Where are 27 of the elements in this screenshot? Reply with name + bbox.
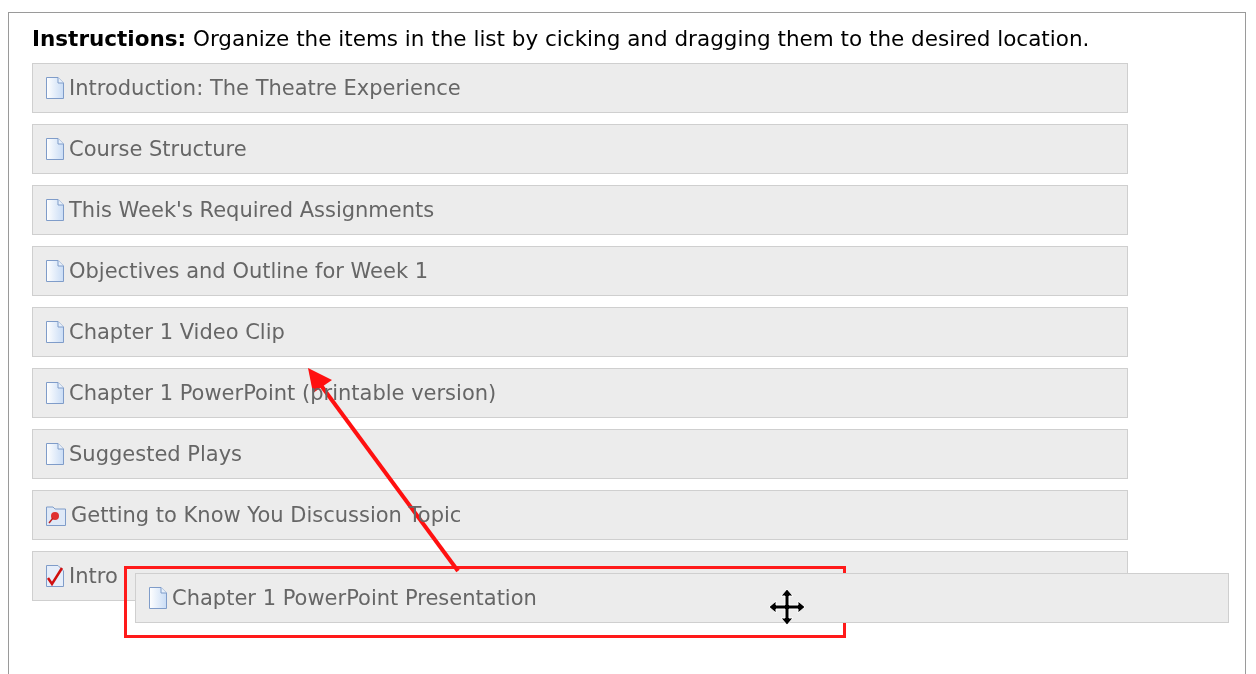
- pushpin-folder-icon: [45, 503, 67, 527]
- move-cursor-icon: [767, 587, 807, 627]
- item-label: Objectives and Outline for Week 1: [69, 259, 429, 283]
- instructions-text: Instructions: Organize the items in the list by cicking and dragging them to the desired location.: [32, 27, 1091, 51]
- list-item[interactable]: This Week's Required Assignments: [32, 185, 1128, 235]
- list-item[interactable]: Objectives and Outline for Week 1: [32, 246, 1128, 296]
- list-item[interactable]: Suggested Plays: [32, 429, 1128, 479]
- item-label: Introduction: The Theatre Experience: [69, 76, 461, 100]
- item-label: Chapter 1 PowerPoint Presentation: [172, 586, 537, 610]
- list-item[interactable]: Chapter 1 Video Clip: [32, 307, 1128, 357]
- page-icon: [45, 320, 65, 344]
- page-icon: [45, 259, 65, 283]
- page-icon: [148, 586, 168, 610]
- page-icon: [45, 76, 65, 100]
- page-icon: [45, 137, 65, 161]
- item-label: This Week's Required Assignments: [69, 198, 435, 222]
- page-icon: [45, 198, 65, 222]
- checked-page-icon: [45, 564, 65, 588]
- item-label: Course Structure: [69, 137, 247, 161]
- list-item[interactable]: Introduction: The Theatre Experience: [32, 63, 1128, 113]
- item-label: Intro: [69, 564, 118, 588]
- item-label: Chapter 1 Video Clip: [69, 320, 285, 344]
- page-icon: [45, 442, 65, 466]
- page-icon: [45, 381, 65, 405]
- list-item[interactable]: Course Structure: [32, 124, 1128, 174]
- item-label: Suggested Plays: [69, 442, 243, 466]
- dragged-item[interactable]: Chapter 1 PowerPoint Presentation: [135, 573, 1229, 623]
